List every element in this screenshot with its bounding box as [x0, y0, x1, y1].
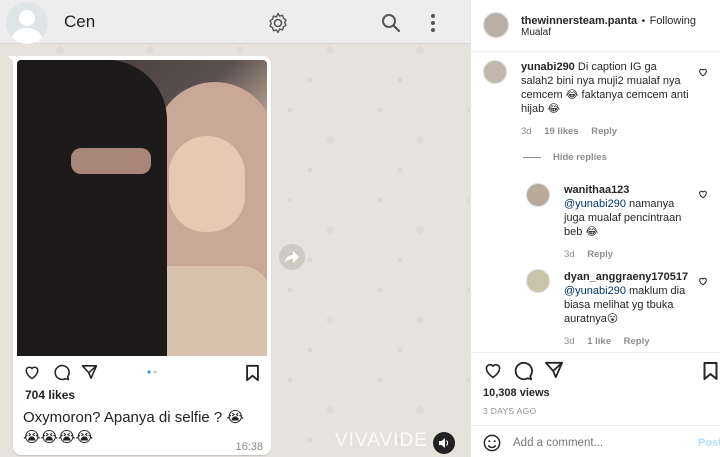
author-username[interactable]: thewinnersteam.panta: [521, 15, 637, 27]
reply-body: dyan_anggraeny170517 @yunabi290 maklum d…: [564, 270, 699, 326]
heart-icon[interactable]: [483, 361, 503, 379]
reply-body: wanithaa123 @yunabi290 namanya juga mual…: [564, 183, 694, 239]
reply-mention[interactable]: @yunabi290: [564, 285, 626, 297]
reply-age: 3d: [564, 249, 575, 260]
comment-icon[interactable]: [513, 361, 533, 381]
reply-mention[interactable]: @yunabi290: [564, 198, 626, 210]
view-count[interactable]: 10,308 views: [483, 387, 550, 399]
contact-name[interactable]: Cen: [64, 12, 95, 32]
comment-body: yunabi290 Di caption IG ga salah2 bini n…: [521, 60, 691, 116]
reply-meta: 3d Reply: [564, 249, 613, 260]
caption-emojis: 😭😭😭😭: [23, 429, 94, 446]
volume-icon[interactable]: [433, 432, 455, 454]
reply-button[interactable]: Reply: [587, 249, 613, 260]
shared-post-photo[interactable]: [17, 60, 267, 356]
chat-pane: Cen 704 likes Oxymoron? Apanya di selfie…: [0, 0, 470, 457]
reply-like-icon[interactable]: [698, 276, 708, 286]
post-header: thewinnersteam.panta • Following Mualaf: [471, 0, 720, 52]
post-timestamp: 3 DAYS AGO: [483, 406, 537, 416]
hide-replies-button[interactable]: Hide replies: [553, 152, 607, 163]
reply-button[interactable]: Reply: [624, 336, 650, 347]
commenter-avatar[interactable]: [483, 60, 507, 84]
emoji-icon[interactable]: [483, 434, 501, 452]
forward-icon[interactable]: [279, 244, 305, 270]
message-caption: Oxymoron? Apanya di selfie ? 😭 😭😭😭😭: [23, 408, 269, 448]
reply-username[interactable]: dyan_anggraeny170517: [564, 271, 688, 283]
comment-likes[interactable]: 19 likes: [544, 126, 578, 137]
comment-like-icon[interactable]: [698, 67, 708, 77]
heart-icon: [25, 366, 39, 380]
add-comment-input[interactable]: [513, 433, 683, 453]
share-icon[interactable]: [544, 361, 564, 379]
reply-username[interactable]: wanithaa123: [564, 184, 629, 196]
reply-button[interactable]: Reply: [591, 126, 617, 137]
video-watermark: VIVAVIDE: [335, 430, 428, 451]
shared-post-actions: [23, 362, 263, 386]
shared-post-likes: 704 likes: [25, 388, 76, 402]
search-icon[interactable]: [378, 10, 404, 36]
more-vertical-icon[interactable]: [420, 10, 446, 36]
comment-meta: 3d 19 likes Reply: [521, 126, 617, 137]
post-subtitle: Mualaf: [521, 27, 552, 38]
follow-status[interactable]: Following: [650, 15, 696, 27]
add-comment-bar: Post: [471, 425, 720, 457]
message-time: 16:38: [235, 441, 263, 453]
reply-meta: 3d 1 like Reply: [564, 336, 650, 347]
reply-like-icon[interactable]: [698, 189, 708, 199]
reply-likes[interactable]: 1 like: [587, 336, 611, 347]
bookmark-icon: [246, 364, 259, 382]
reply-avatar[interactable]: [526, 269, 550, 293]
carousel-dots: [147, 370, 157, 374]
dot-separator: •: [641, 16, 646, 27]
settings-gear-icon[interactable]: [265, 10, 291, 36]
contact-avatar[interactable]: [6, 2, 48, 44]
bookmark-icon[interactable]: [702, 361, 719, 381]
comment-icon: [54, 364, 70, 381]
author-avatar[interactable]: [483, 12, 509, 38]
reply-age: 3d: [564, 336, 575, 347]
comment-age: 3d: [521, 126, 532, 137]
message-bubble[interactable]: 704 likes Oxymoron? Apanya di selfie ? 😭…: [13, 56, 271, 455]
hide-replies-line: [523, 157, 541, 158]
share-icon: [81, 365, 98, 379]
instagram-panel: thewinnersteam.panta • Following Mualaf …: [470, 0, 720, 457]
reply-avatar[interactable]: [526, 183, 550, 207]
comment-username[interactable]: yunabi290: [521, 61, 575, 73]
chat-header: Cen: [0, 0, 470, 44]
post-comment-button[interactable]: Post: [698, 437, 720, 449]
caption-text: Oxymoron? Apanya di selfie ? 😭: [23, 409, 244, 426]
